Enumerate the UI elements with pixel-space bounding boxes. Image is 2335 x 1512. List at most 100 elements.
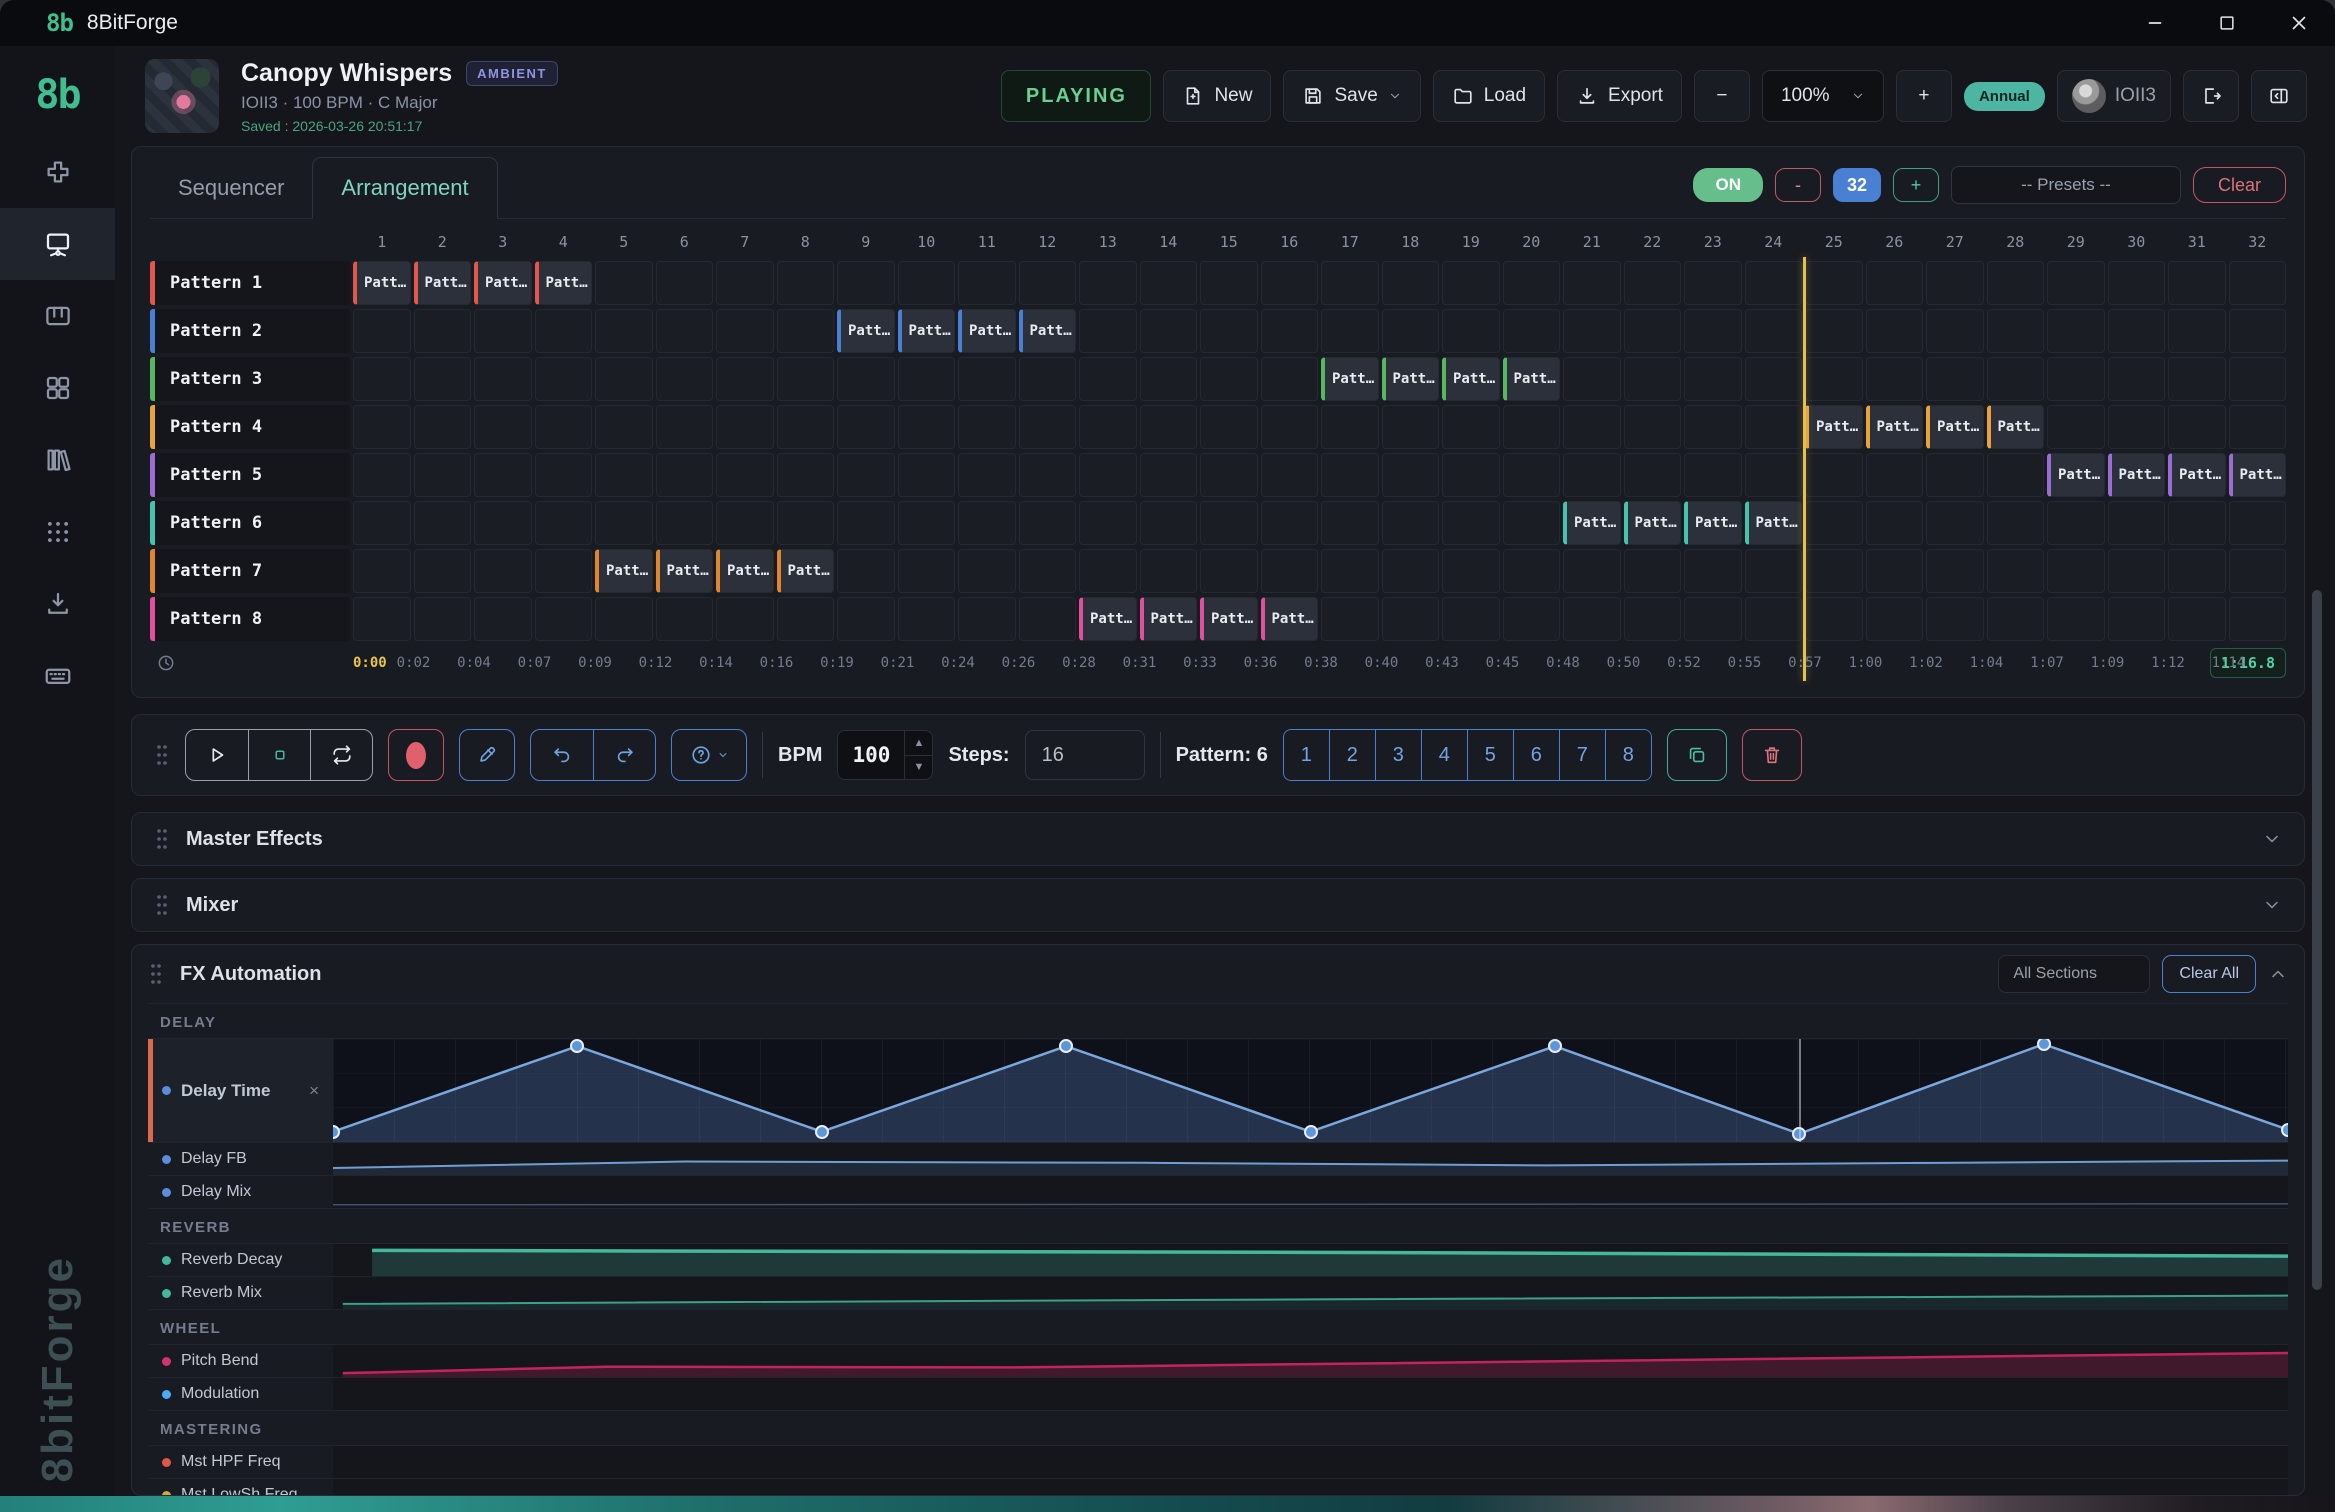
- pattern-button-1[interactable]: 1: [1283, 729, 1330, 781]
- delete-pattern-button[interactable]: [1742, 729, 1802, 781]
- grid-cell[interactable]: [1866, 309, 1924, 353]
- grid-cell[interactable]: [595, 405, 653, 449]
- load-button[interactable]: Load: [1433, 70, 1545, 122]
- grid-cell[interactable]: [474, 597, 532, 641]
- arrangement-on-toggle[interactable]: ON: [1693, 168, 1763, 202]
- grid-cell[interactable]: [1805, 549, 1863, 593]
- grid-cell[interactable]: [2229, 549, 2287, 593]
- grid-cell[interactable]: [2047, 501, 2105, 545]
- pattern-button-2[interactable]: 2: [1329, 729, 1376, 781]
- grid-cell[interactable]: [1140, 501, 1198, 545]
- grid-cell[interactable]: [1140, 453, 1198, 497]
- grid-cell[interactable]: [414, 453, 472, 497]
- grid-cell[interactable]: [837, 597, 895, 641]
- grid-cell[interactable]: [1200, 453, 1258, 497]
- grid-cell[interactable]: [1019, 357, 1077, 401]
- undo-button[interactable]: [531, 730, 593, 780]
- grid-cell[interactable]: [2047, 597, 2105, 641]
- grid-cell[interactable]: [1624, 261, 1682, 305]
- pattern-block[interactable]: Patt…: [777, 549, 835, 593]
- grid-cell[interactable]: [1200, 549, 1258, 593]
- pattern-button-6[interactable]: 6: [1513, 729, 1560, 781]
- pattern-block[interactable]: Patt…: [1382, 357, 1440, 401]
- grid-cell[interactable]: [1503, 501, 1561, 545]
- pattern-button-3[interactable]: 3: [1375, 729, 1422, 781]
- grid-cell[interactable]: [414, 405, 472, 449]
- grid-cell[interactable]: [595, 597, 653, 641]
- grid-cell[interactable]: [1987, 261, 2045, 305]
- pattern-block[interactable]: Patt…: [1140, 597, 1198, 641]
- grid-cell[interactable]: [353, 453, 411, 497]
- grid-cell[interactable]: [1382, 549, 1440, 593]
- grid-cell[interactable]: [1442, 453, 1500, 497]
- grid-cell[interactable]: [1261, 501, 1319, 545]
- grid-cell[interactable]: [1261, 357, 1319, 401]
- automation-lane-canvas[interactable]: [333, 1277, 2288, 1309]
- grid-cell[interactable]: [2229, 597, 2287, 641]
- presets-select[interactable]: -- Presets --: [1951, 166, 2181, 204]
- grid-cell[interactable]: [1503, 405, 1561, 449]
- grid-cell[interactable]: [474, 501, 532, 545]
- grid-cell[interactable]: [1321, 309, 1379, 353]
- grid-cell[interactable]: [777, 597, 835, 641]
- grid-cell[interactable]: [958, 501, 1016, 545]
- grid-cell[interactable]: [716, 453, 774, 497]
- bpm-increase-button[interactable]: ▲: [905, 731, 932, 755]
- grid-cell[interactable]: [414, 501, 472, 545]
- playing-status-button[interactable]: PLAYING: [1001, 70, 1151, 122]
- pattern-block[interactable]: Patt…: [1503, 357, 1561, 401]
- sidebar-item-apps[interactable]: [0, 496, 115, 568]
- grid-cell[interactable]: [1866, 453, 1924, 497]
- grid-cell[interactable]: [1261, 405, 1319, 449]
- grid-cell[interactable]: [837, 453, 895, 497]
- sidebar-item-keyboard[interactable]: [0, 640, 115, 712]
- grid-cell[interactable]: [1684, 357, 1742, 401]
- automation-lane-label[interactable]: Reverb Decay: [148, 1244, 333, 1276]
- zoom-in-button[interactable]: +: [1896, 70, 1952, 122]
- pattern-block[interactable]: Patt…: [1684, 501, 1742, 545]
- grid-cell[interactable]: [1745, 549, 1803, 593]
- grid-cell[interactable]: [1987, 309, 2045, 353]
- grid-cell[interactable]: [958, 261, 1016, 305]
- grid-cell[interactable]: [2047, 357, 2105, 401]
- pattern-block[interactable]: Patt…: [837, 309, 895, 353]
- grid-cell[interactable]: [1987, 597, 2045, 641]
- pattern-block[interactable]: Patt…: [1321, 357, 1379, 401]
- grid-cell[interactable]: [1321, 453, 1379, 497]
- grid-cell[interactable]: [2108, 309, 2166, 353]
- grid-cell[interactable]: [1926, 309, 1984, 353]
- grid-cell[interactable]: [353, 597, 411, 641]
- pattern-block[interactable]: Patt…: [2108, 453, 2166, 497]
- drag-handle-icon[interactable]: [154, 892, 170, 918]
- grid-cell[interactable]: [1563, 597, 1621, 641]
- grid-cell[interactable]: [1079, 261, 1137, 305]
- grid-cell[interactable]: [1503, 549, 1561, 593]
- pattern-button-4[interactable]: 4: [1421, 729, 1468, 781]
- grid-cell[interactable]: [353, 357, 411, 401]
- grid-cell[interactable]: [2229, 309, 2287, 353]
- pattern-block[interactable]: Patt…: [2168, 453, 2226, 497]
- grid-cell[interactable]: [1382, 261, 1440, 305]
- grid-cell[interactable]: [353, 309, 411, 353]
- grid-cell[interactable]: [1987, 549, 2045, 593]
- grid-cell[interactable]: [1805, 261, 1863, 305]
- grid-cell[interactable]: [1503, 597, 1561, 641]
- grid-cell[interactable]: [1019, 549, 1077, 593]
- automation-lane-label[interactable]: Reverb Mix: [148, 1277, 333, 1309]
- grid-cell[interactable]: [1866, 549, 1924, 593]
- grid-cell[interactable]: [1684, 549, 1742, 593]
- all-sections-select[interactable]: All Sections: [1998, 955, 2150, 993]
- grid-cell[interactable]: [474, 549, 532, 593]
- grid-cell[interactable]: [1503, 309, 1561, 353]
- automation-lane-label[interactable]: Pitch Bend: [148, 1345, 333, 1377]
- grid-cell[interactable]: [414, 597, 472, 641]
- record-button[interactable]: [388, 729, 444, 781]
- grid-cell[interactable]: [1563, 549, 1621, 593]
- sidebar-item-controller[interactable]: [0, 136, 115, 208]
- grid-cell[interactable]: [958, 357, 1016, 401]
- grid-cell[interactable]: [595, 501, 653, 545]
- grid-cell[interactable]: [958, 453, 1016, 497]
- grid-cell[interactable]: [595, 309, 653, 353]
- sidebar-item-library[interactable]: [0, 424, 115, 496]
- zoom-level-select[interactable]: 100%: [1762, 70, 1884, 122]
